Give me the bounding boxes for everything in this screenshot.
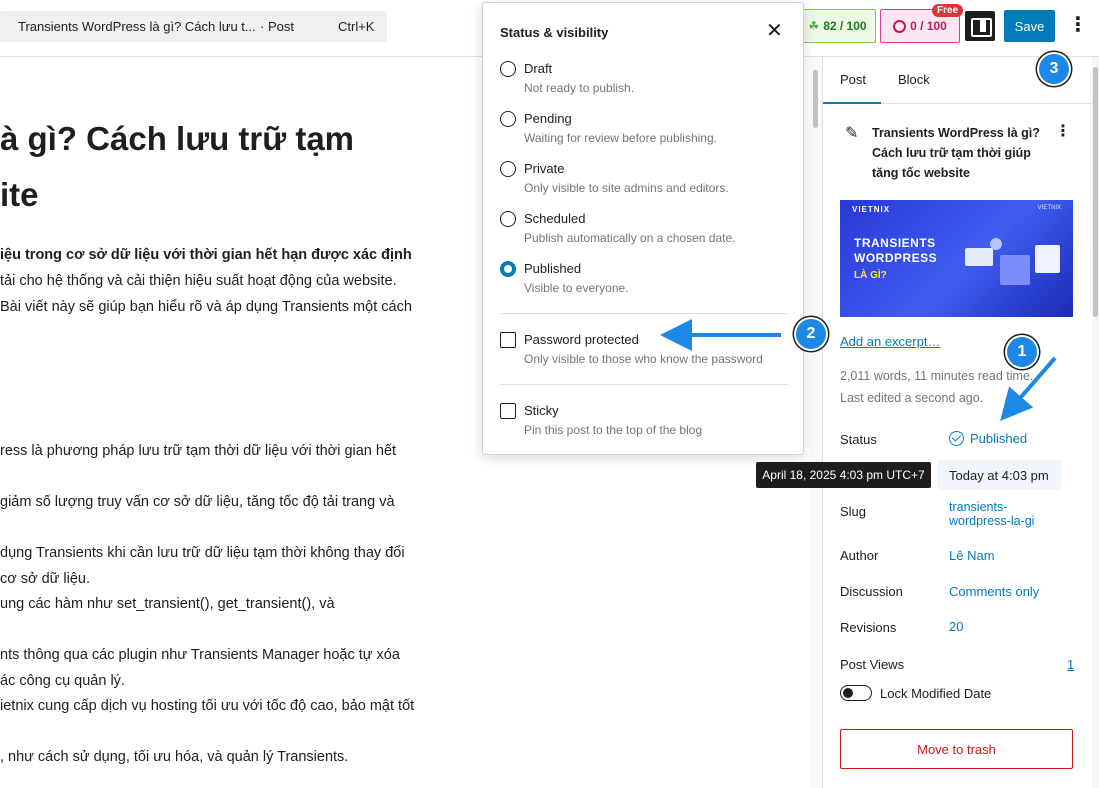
option-label: Scheduled: [524, 211, 586, 226]
command-palette-button[interactable]: Transients WordPress là gì? Cách lưu t..…: [0, 11, 387, 42]
leaf-icon: ☘: [808, 19, 820, 33]
paragraph-line[interactable]: ung các hàm như set_transient(), get_tra…: [0, 591, 335, 617]
tab-post[interactable]: Post: [822, 72, 882, 104]
discussion-label: Discussion: [840, 584, 903, 599]
publish-date-button[interactable]: Today at 4:03 pm: [938, 460, 1061, 490]
paragraph-line[interactable]: ác công cụ quản lý.: [0, 668, 125, 694]
thumb-illustration: [965, 248, 993, 266]
radio-private[interactable]: [500, 161, 516, 177]
thumb-illustration: [990, 238, 1002, 250]
option-label: Draft: [524, 61, 553, 76]
command-shortcut: Ctrl+K: [338, 19, 375, 34]
status-label: Status: [840, 432, 877, 447]
paragraph-line[interactable]: cơ sở dữ liệu.: [0, 566, 90, 592]
option-label: Password protected: [524, 332, 639, 347]
option-desc: Waiting for review before publishing.: [524, 131, 717, 145]
paragraph-line[interactable]: tải cho hệ thống và cải thiện hiệu suất …: [0, 268, 397, 294]
discussion-button[interactable]: Comments only: [949, 584, 1039, 599]
option-desc: Only visible to those who know the passw…: [524, 352, 763, 366]
tab-block[interactable]: Block: [898, 72, 930, 87]
post-views-link[interactable]: 1: [1067, 657, 1074, 672]
revisions-label: Revisions: [840, 620, 897, 635]
add-excerpt-link[interactable]: Add an excerpt…: [840, 334, 940, 349]
option-label: Published: [524, 261, 582, 276]
status-button[interactable]: Published: [949, 431, 1027, 446]
thumb-line2: WORDPRESS: [854, 251, 938, 265]
post-actions-icon[interactable]: ⋮: [1055, 121, 1071, 141]
thumb-illustration: [1035, 245, 1060, 273]
option-desc: Visible to everyone.: [524, 281, 629, 295]
option-desc: Only visible to site admins and editors.: [524, 181, 729, 195]
radio-pending[interactable]: [500, 111, 516, 127]
publish-date-tooltip: April 18, 2025 4:03 pm UTC+7: [756, 462, 931, 488]
readability-icon: [893, 19, 907, 33]
post-icon: ✎: [845, 125, 859, 142]
radio-scheduled[interactable]: [500, 211, 516, 227]
seo-score-button[interactable]: ☘ 82 / 100: [799, 9, 876, 43]
readability-score: 0 / 100: [910, 19, 947, 33]
thumb-illustration: [1000, 255, 1030, 285]
slug-label: Slug: [840, 504, 867, 519]
thumb-line1: TRANSIENTS: [854, 236, 936, 250]
paragraph-line[interactable]: iệu trong cơ sở dữ liệu với thời gian hế…: [0, 242, 412, 268]
published-check-icon: [949, 431, 964, 446]
options-menu-icon[interactable]: ⋮: [1068, 14, 1088, 38]
lock-modified-label: Lock Modified Date: [880, 686, 992, 701]
post-views-label: Post Views: [840, 657, 905, 672]
editor-scrollbar[interactable]: [810, 57, 822, 788]
option-desc: Not ready to publish.: [524, 81, 635, 95]
annotation-badge-3: 3: [1039, 54, 1069, 84]
annotation-badge-1: 1: [1007, 337, 1037, 367]
paragraph-line[interactable]: dụng Transients khi cần lưu trữ dữ liệu …: [0, 540, 405, 566]
annotation-badge-2: 2: [796, 319, 826, 349]
divider: [500, 384, 788, 385]
word-count: 2,011 words, 11 minutes read time.: [840, 369, 1034, 383]
status-visibility-popover: Status & visibility ✕ Draft Not ready to…: [482, 2, 804, 455]
option-label: Sticky: [524, 403, 559, 418]
author-button[interactable]: Lê Nam: [949, 548, 995, 563]
status-value: Published: [970, 431, 1028, 446]
revisions-button[interactable]: 20: [949, 619, 963, 634]
save-button[interactable]: Save: [1004, 10, 1055, 42]
paragraph-line[interactable]: giảm số lượng truy vấn cơ sở dữ liệu, tă…: [0, 489, 395, 515]
paragraph-line[interactable]: ietnix cung cấp dịch vụ hosting tối ưu v…: [0, 693, 414, 719]
divider: [500, 313, 788, 314]
radio-published[interactable]: [500, 261, 516, 277]
thumb-line3: LÀ GÌ?: [854, 270, 887, 281]
free-badge: Free: [932, 4, 964, 17]
password-checkbox[interactable]: [500, 332, 516, 348]
option-desc: Pin this post to the top of the blog: [524, 423, 703, 437]
sticky-checkbox[interactable]: [500, 403, 516, 419]
thumb-brand-right: VIETNIX: [1037, 205, 1061, 211]
option-label: Private: [524, 161, 565, 176]
thumb-brand: VIETNIX: [852, 205, 891, 214]
paragraph-line[interactable]: , như cách sử dụng, tối ưu hóa, và quản …: [0, 744, 348, 770]
paragraph-line[interactable]: nts thông qua các plugin như Transients …: [0, 642, 400, 668]
radio-draft[interactable]: [500, 61, 516, 77]
paragraph-line[interactable]: Bài viết này sẽ giúp bạn hiểu rõ và áp d…: [0, 294, 412, 320]
author-label: Author: [840, 548, 879, 563]
move-to-trash-button[interactable]: Move to trash: [840, 729, 1073, 769]
popover-title: Status & visibility: [500, 25, 609, 40]
command-title: Transients WordPress là gì? Cách lưu t..…: [18, 19, 256, 34]
paragraph-line[interactable]: ress là phương pháp lưu trữ tạm thời dữ …: [0, 438, 396, 464]
lock-modified-toggle[interactable]: [840, 685, 872, 701]
last-edited: Last edited a second ago.: [840, 391, 984, 405]
sidebar-toggle-icon[interactable]: [965, 11, 995, 41]
sidebar-scrollbar[interactable]: [1092, 57, 1099, 788]
command-type: · Post: [260, 19, 294, 34]
post-heading[interactable]: à gì? Cách lưu trữ tạm ite: [0, 111, 354, 223]
editor-scroll-thumb[interactable]: [813, 70, 818, 128]
publish-date: Today at 4:03 pm: [949, 468, 1049, 483]
settings-sidebar: Post Block ✎ Transients WordPress là gì?…: [822, 57, 1099, 788]
slug-button[interactable]: transients-wordpress-la-gi: [949, 500, 1059, 528]
seo-score: 82 / 100: [823, 19, 867, 33]
close-icon[interactable]: ✕: [766, 20, 783, 42]
option-label: Pending: [524, 111, 572, 126]
post-title-summary: Transients WordPress là gì? Cách lưu trữ…: [872, 126, 1040, 180]
featured-image[interactable]: VIETNIX VIETNIX TRANSIENTS WORDPRESS LÀ …: [840, 200, 1073, 317]
option-desc: Publish automatically on a chosen date.: [524, 231, 736, 245]
